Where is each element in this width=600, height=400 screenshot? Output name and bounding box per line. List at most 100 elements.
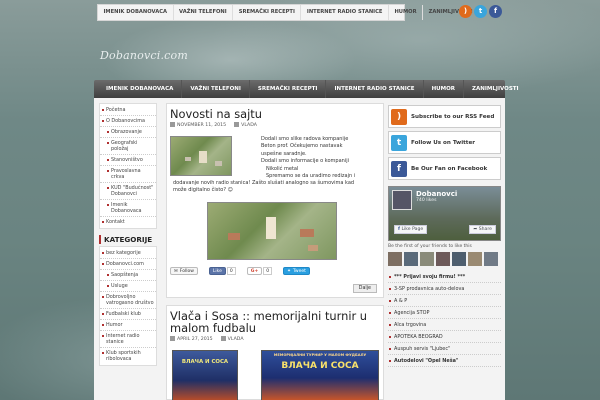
post-author: VLADA	[220, 336, 244, 342]
business-item[interactable]: Auspuh servis "Ljubec"	[388, 343, 501, 355]
fb-page-name[interactable]: Dobanovci	[416, 190, 457, 198]
church-shape	[266, 217, 276, 239]
main-nav-telefoni[interactable]: VAŽNI TELEFONI	[182, 80, 250, 98]
poster-image-2[interactable]: МЕМОРИЈАЛНИ ТУРНИР У МАЛОМ ФУДБАЛУ ВЛАЧА…	[261, 350, 379, 400]
page-menu-item[interactable]: KUD "Budućnost" Dobanovci	[100, 183, 156, 200]
fb-friend-faces	[388, 252, 501, 266]
category-item[interactable]: Dobrovoljno vatrogasno društvo	[100, 292, 156, 309]
friend-avatar[interactable]	[436, 252, 450, 266]
friend-avatar[interactable]	[484, 252, 498, 266]
fb-page-likes: 740 likes	[416, 198, 437, 203]
friend-avatar[interactable]	[388, 252, 402, 266]
business-item[interactable]: APOTEKA BEOGRAD	[388, 331, 501, 343]
page-menu-item[interactable]: Obrazovanje	[100, 127, 156, 138]
facebook-page-widget: Dobanovci 740 likes f Like Page ➦ Share	[388, 186, 501, 241]
top-nav-humor[interactable]: HUMOR	[389, 5, 424, 20]
fb-like-button[interactable]: Like	[208, 267, 226, 275]
left-sidebar: Početna O Dobanovcima Obrazovanje Geografsk…	[99, 103, 157, 366]
fb-like-count: 0	[226, 267, 236, 275]
post-text-line: Nikolić metal	[266, 165, 299, 172]
poster-header: МЕМОРИЈАЛНИ ТУРНИР У МАЛОМ ФУДБАЛУ	[273, 353, 367, 357]
post-title[interactable]: Vlača i Sosa :: memorijalni turnir u mal…	[167, 306, 383, 334]
page-menu-item[interactable]: Stanovništvo	[100, 155, 156, 166]
user-icon	[220, 336, 226, 341]
follow-button[interactable]: ✉ Follow	[170, 267, 198, 275]
page-menu-item[interactable]: Pravoslavna crkva	[100, 166, 156, 183]
gplus-group: G+ 0	[246, 267, 273, 275]
category-item[interactable]: Dobanovci.com	[100, 259, 156, 270]
business-item[interactable]: *** Prijavi svoju firmu! ***	[388, 271, 501, 283]
page-menu-item[interactable]: O Dobanovcima	[100, 116, 156, 127]
main-nav-humor[interactable]: HUMOR	[424, 80, 465, 98]
top-nav-radio[interactable]: INTERNET RADIO STANICE	[301, 5, 389, 20]
read-more-button[interactable]: Dalje	[352, 284, 377, 293]
friend-avatar[interactable]	[468, 252, 482, 266]
category-item[interactable]: Internet radio stanice	[100, 331, 156, 348]
facebook-fan-box[interactable]: f Be Our Fan on Facebook	[388, 157, 501, 180]
main-nav-zanimljivosti[interactable]: ZANIMLJIVOSTI	[464, 80, 527, 98]
business-item[interactable]: Alca trgovina	[388, 319, 501, 331]
gplus-button[interactable]: G+	[246, 267, 263, 275]
right-sidebar: ) Subscribe to our RSS Feed t Follow Us …	[388, 105, 501, 367]
site-logo[interactable]: Dobanovci.com	[100, 49, 188, 62]
business-item[interactable]: 3-SP prodavnica auto-delova	[388, 283, 501, 295]
category-item[interactable]: Usluge	[100, 281, 156, 292]
page-menu-item[interactable]: Geografski položaj	[100, 138, 156, 155]
twitter-icon[interactable]: t	[474, 5, 487, 18]
rss-icon: )	[391, 108, 407, 125]
post-meta: APRIL 27, 2015 VLADA	[167, 334, 383, 342]
twitter-follow-label: Follow Us on Twitter	[411, 139, 476, 146]
rss-icon[interactable]: )	[459, 5, 472, 18]
post-text-line: Dodali smo informacije o kompaniji	[261, 158, 349, 165]
post-author-text[interactable]: VLADA	[241, 123, 257, 128]
top-nav-recepti[interactable]: SREMAČKI RECEPTI	[233, 5, 302, 20]
business-item[interactable]: Agencija STOP	[388, 307, 501, 319]
friend-avatar[interactable]	[404, 252, 418, 266]
main-nav-imenik[interactable]: IMENIK DOBANOVACA	[94, 80, 183, 98]
main-nav-recepti[interactable]: SREMAČKI RECEPTI	[250, 80, 327, 98]
poster-image-1[interactable]: ВЛАЧА И СОСА	[172, 350, 238, 400]
fb-friends-text: Be the first of your friends to like thi…	[388, 244, 472, 249]
category-item[interactable]: bez kategorije	[100, 248, 156, 259]
main-nav-radio[interactable]: INTERNET RADIO STANICE	[326, 80, 424, 98]
top-nav-telefoni[interactable]: VAŽNI TELEFONI	[174, 5, 234, 20]
post-photo-aerial-1[interactable]	[170, 136, 232, 176]
post-photo-aerial-2[interactable]	[207, 202, 337, 260]
facebook-icon[interactable]: f	[489, 5, 502, 18]
fb-share-button[interactable]: ➦ Share	[469, 225, 496, 234]
fb-like-page-label: Like Page	[401, 227, 424, 232]
fb-page-avatar[interactable]	[392, 190, 412, 210]
page-menu-item[interactable]: Kontakt	[100, 217, 156, 227]
roof-shape	[215, 161, 222, 166]
top-nav-imenik[interactable]: IMENIK DOBANOVACA	[98, 5, 174, 20]
facebook-icon: f	[398, 227, 400, 232]
category-item[interactable]: Fudbalski klub	[100, 309, 156, 320]
category-item[interactable]: Klub sportskih ribolovaca	[100, 348, 156, 364]
calendar-icon	[170, 122, 175, 127]
business-item[interactable]: A & P	[388, 295, 501, 307]
fb-like-page-button[interactable]: f Like Page	[394, 225, 428, 234]
follow-icon: ✉	[174, 268, 178, 274]
business-item[interactable]: Autodelovi "Opel Neša"	[388, 355, 501, 367]
tweet-button[interactable]: ✦ Tweet	[283, 267, 310, 275]
fb-share-label: Share	[478, 227, 492, 232]
page-menu-item[interactable]: Imenik Dobanovaca	[100, 200, 156, 217]
twitter-bird-icon: ✦	[287, 268, 291, 274]
category-item[interactable]: Humor	[100, 320, 156, 331]
categories-title: KATEGORIJE	[99, 235, 157, 244]
post-text-line: uspešne saradnje.	[261, 150, 307, 157]
twitter-icon: t	[391, 134, 407, 151]
post-date: NOVEMBER 11, 2015	[170, 122, 226, 128]
friend-avatar[interactable]	[452, 252, 466, 266]
page-menu-item[interactable]: Početna	[100, 105, 156, 116]
twitter-follow-box[interactable]: t Follow Us on Twitter	[388, 131, 501, 154]
category-item[interactable]: Saopštenja	[100, 270, 156, 281]
post-vlaca-sosa: Vlača i Sosa :: memorijalni turnir u mal…	[166, 305, 384, 400]
post-title[interactable]: Novosti na sajtu	[167, 104, 383, 120]
top-social-icons: ) t f	[459, 5, 502, 18]
post-author-text[interactable]: VLADA	[228, 337, 244, 342]
content-wrapper: Početna O Dobanovcima Obrazovanje Geografsk…	[94, 98, 505, 400]
rss-subscribe-box[interactable]: ) Subscribe to our RSS Feed	[388, 105, 501, 128]
post-meta: NOVEMBER 11, 2015 VLADA	[167, 120, 383, 128]
friend-avatar[interactable]	[420, 252, 434, 266]
